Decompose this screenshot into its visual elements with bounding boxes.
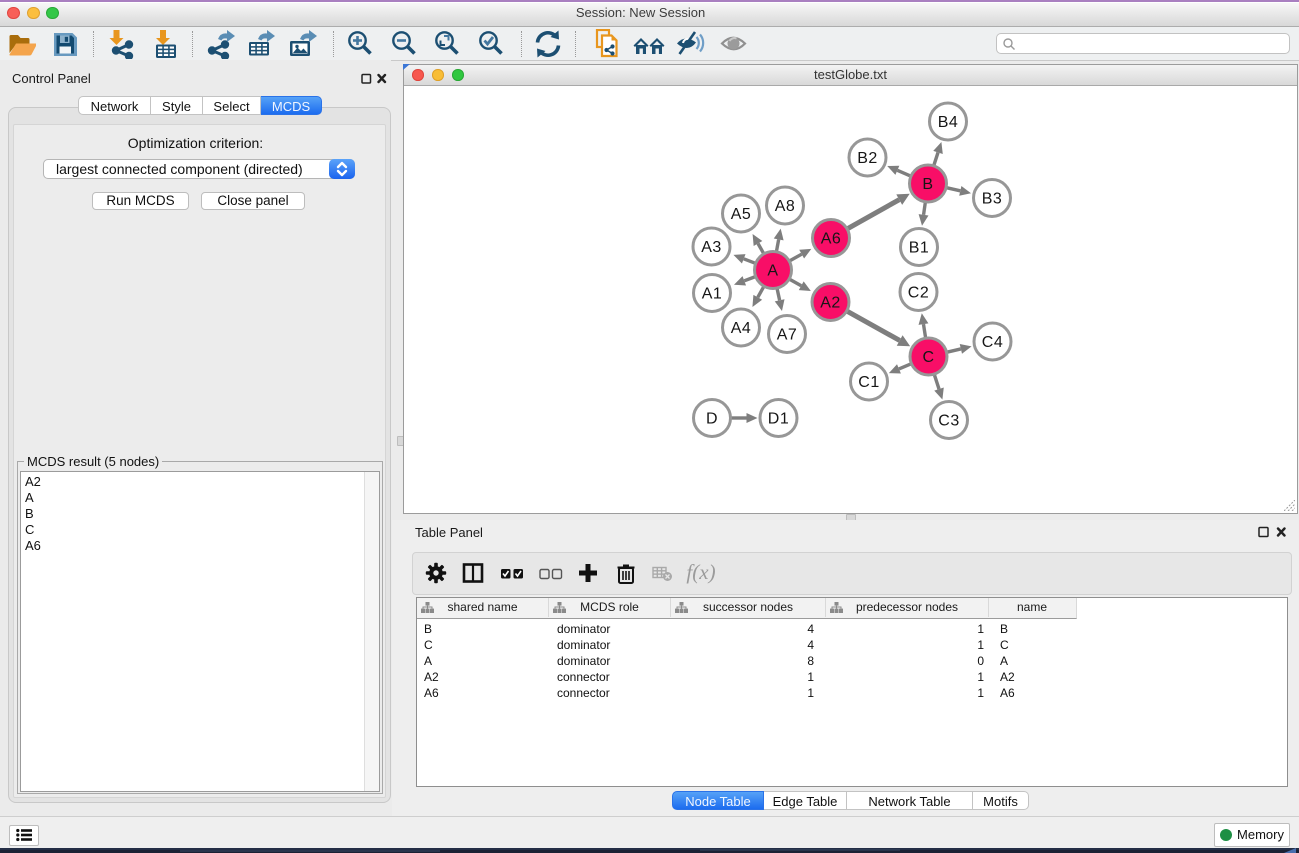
svg-text:A3: A3 (701, 239, 722, 256)
svg-text:A1: A1 (702, 286, 723, 303)
svg-text:A4: A4 (731, 320, 752, 337)
svg-text:C: C (922, 349, 934, 366)
svg-text:A2: A2 (820, 295, 841, 312)
svg-text:A7: A7 (777, 327, 798, 344)
svg-text:B4: B4 (938, 114, 959, 131)
svg-text:B: B (922, 176, 933, 193)
svg-text:A8: A8 (775, 198, 796, 215)
svg-text:A: A (767, 263, 778, 280)
svg-text:C1: C1 (858, 374, 879, 391)
svg-text:B1: B1 (909, 240, 930, 257)
svg-text:A6: A6 (821, 231, 842, 248)
svg-text:A5: A5 (731, 206, 752, 223)
svg-text:B2: B2 (857, 150, 878, 167)
svg-text:D: D (706, 411, 718, 428)
svg-text:C4: C4 (982, 334, 1003, 351)
svg-text:C3: C3 (938, 413, 959, 430)
svg-text:D1: D1 (768, 411, 789, 428)
svg-text:B3: B3 (982, 191, 1003, 208)
svg-text:C2: C2 (908, 285, 929, 302)
